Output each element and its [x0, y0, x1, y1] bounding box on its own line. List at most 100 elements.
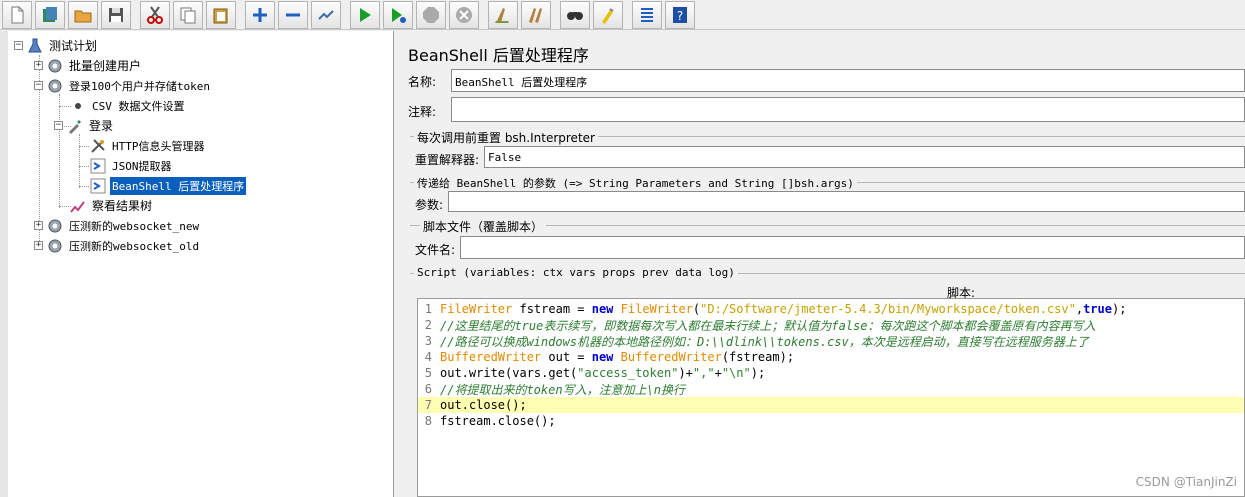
line-number: 2 — [424, 318, 432, 332]
tree-node-view-results[interactable]: 察看结果树 — [70, 196, 154, 215]
script-editor[interactable]: 1 FileWriter fstream = new FileWriter("D… — [417, 298, 1245, 497]
test-plan-tree: − 测试计划 + 批量创建用户 − 登录100个用户并存储token CSV 数… — [0, 31, 394, 497]
bullet-icon — [70, 98, 86, 114]
collapse-toggle[interactable]: − — [34, 81, 43, 90]
collapse-icon — [286, 13, 300, 16]
tree-node-login-sampler[interactable]: − 登录 — [54, 116, 115, 135]
tree-node-json-extractor[interactable]: JSON提取器 — [90, 156, 174, 175]
svg-text:?: ? — [677, 9, 683, 23]
stop-icon — [423, 6, 439, 23]
tree-node-http-header[interactable]: HTTP信息头管理器 — [90, 136, 207, 155]
tree-label: 测试计划 — [49, 39, 98, 53]
reset-interpreter-label: 重置解释器: — [415, 153, 480, 167]
tree-label: HTTP信息头管理器 — [112, 139, 205, 153]
params-field[interactable] — [448, 191, 1245, 212]
name-label: 名称: — [408, 75, 437, 89]
tree-label: 压测新的websocket_new — [69, 219, 200, 233]
clear-all-button[interactable] — [521, 0, 551, 29]
tree-label: JSON提取器 — [112, 159, 172, 173]
line-number: 5 — [424, 366, 432, 380]
help-button[interactable]: ? — [665, 0, 695, 29]
search-button[interactable] — [560, 0, 590, 29]
params-label: 参数: — [415, 198, 444, 212]
reset-search-button[interactable] — [593, 0, 623, 29]
tree-label: BeanShell 后置处理程序 — [110, 176, 247, 195]
line-number: 4 — [424, 350, 432, 364]
collapse-toggle[interactable]: − — [54, 121, 63, 130]
copy-button[interactable] — [173, 0, 203, 29]
toggle-button[interactable] — [311, 0, 341, 29]
line-number: 7 — [424, 398, 432, 412]
help-icon: ? — [673, 6, 687, 23]
code-line: 8 fstream.close(); — [418, 413, 1244, 429]
comment-field[interactable] — [451, 97, 1245, 122]
new-button[interactable] — [2, 0, 32, 29]
tree-node-test-plan[interactable]: − 测试计划 — [14, 36, 99, 55]
start-no-pause-button[interactable] — [383, 0, 413, 29]
shutdown-button[interactable] — [449, 0, 479, 29]
open-button[interactable] — [68, 0, 98, 29]
tree-node-beanshell-postprocessor[interactable]: BeanShell 后置处理程序 — [90, 176, 247, 195]
tree-label: 登录 — [89, 119, 114, 133]
clear-icon — [495, 7, 509, 23]
paste-button[interactable] — [206, 0, 236, 29]
tree-gutter — [0, 31, 8, 497]
start-icon — [360, 7, 371, 22]
code-line: 6 //将提取出来的token写入，注意加上\n换行 — [418, 381, 1244, 397]
templates-icon — [43, 6, 57, 22]
tree-label: 压测新的websocket_old — [69, 239, 200, 253]
code-line: 3 //路径可以换成windows机器的本地路径例如：D:\\dlink\\to… — [418, 333, 1244, 349]
clear-all-icon — [529, 7, 542, 23]
gear-icon — [47, 218, 63, 234]
reset-interpreter-field[interactable]: False — [484, 146, 1245, 168]
expand-toggle[interactable]: + — [34, 61, 43, 70]
paste-icon — [213, 8, 228, 23]
stop-button[interactable] — [416, 0, 446, 29]
toggle-icon — [318, 9, 334, 20]
code-line: 1 FileWriter fstream = new FileWriter("D… — [418, 301, 1244, 317]
save-button[interactable] — [101, 0, 131, 29]
tree-node-thread-group-1[interactable]: + 批量创建用户 — [34, 56, 143, 75]
page-title: BeanShell 后置处理程序 — [408, 46, 589, 65]
start-button[interactable] — [350, 0, 380, 29]
collapse-toggle[interactable]: − — [14, 41, 23, 50]
gear-icon — [47, 238, 63, 254]
templates-button[interactable] — [35, 0, 65, 29]
expand-button[interactable] — [245, 0, 275, 29]
cut-button[interactable] — [140, 0, 170, 29]
name-field[interactable]: BeanShell 后置处理程序 — [451, 69, 1245, 92]
comment-label: 注释: — [408, 105, 437, 119]
reset-group-title: 每次调用前重置 bsh.Interpreter — [414, 129, 598, 146]
tree-label: CSV 数据文件设置 — [92, 99, 185, 113]
function-helper-icon — [641, 7, 653, 22]
collapse-button[interactable] — [278, 0, 308, 29]
expand-toggle[interactable]: + — [34, 241, 43, 250]
save-icon — [109, 7, 123, 22]
tree-label: 批量创建用户 — [69, 59, 142, 73]
wrench-icon — [90, 138, 106, 154]
line-number: 3 — [424, 334, 432, 348]
tree-node-csv-data[interactable]: CSV 数据文件设置 — [70, 96, 187, 115]
beanshell-editor-panel: BeanShell 后置处理程序 名称: BeanShell 后置处理程序 注释… — [398, 31, 1245, 497]
clear-button[interactable] — [488, 0, 518, 29]
expand-icon — [253, 7, 267, 22]
tree-label: 登录100个用户并存储token — [69, 79, 210, 93]
line-number: 8 — [424, 414, 432, 428]
script-file-group-title: 脚本文件（覆盖脚本） — [420, 218, 547, 235]
tree-node-websocket-new[interactable]: + 压测新的websocket_new — [34, 216, 201, 235]
shutdown-icon — [456, 6, 472, 23]
cut-icon — [147, 5, 163, 24]
filename-field[interactable] — [460, 236, 1245, 259]
pipette-icon — [67, 118, 83, 134]
script-group-title: Script (variables: ctx vars props prev d… — [414, 266, 738, 279]
arrow-icon — [90, 178, 106, 194]
new-icon — [11, 6, 24, 23]
code-line: 5 out.write(vars.get("access_token")+","… — [418, 365, 1244, 381]
start-no-pause-icon — [392, 7, 406, 23]
watermark: CSDN @TianJinZi — [1135, 475, 1237, 489]
expand-toggle[interactable]: + — [34, 221, 43, 230]
tree-node-websocket-old[interactable]: + 压测新的websocket_old — [34, 236, 201, 255]
function-helper-button[interactable] — [632, 0, 662, 29]
tree-node-thread-group-2[interactable]: − 登录100个用户并存储token — [34, 76, 212, 95]
gear-icon — [47, 58, 63, 74]
